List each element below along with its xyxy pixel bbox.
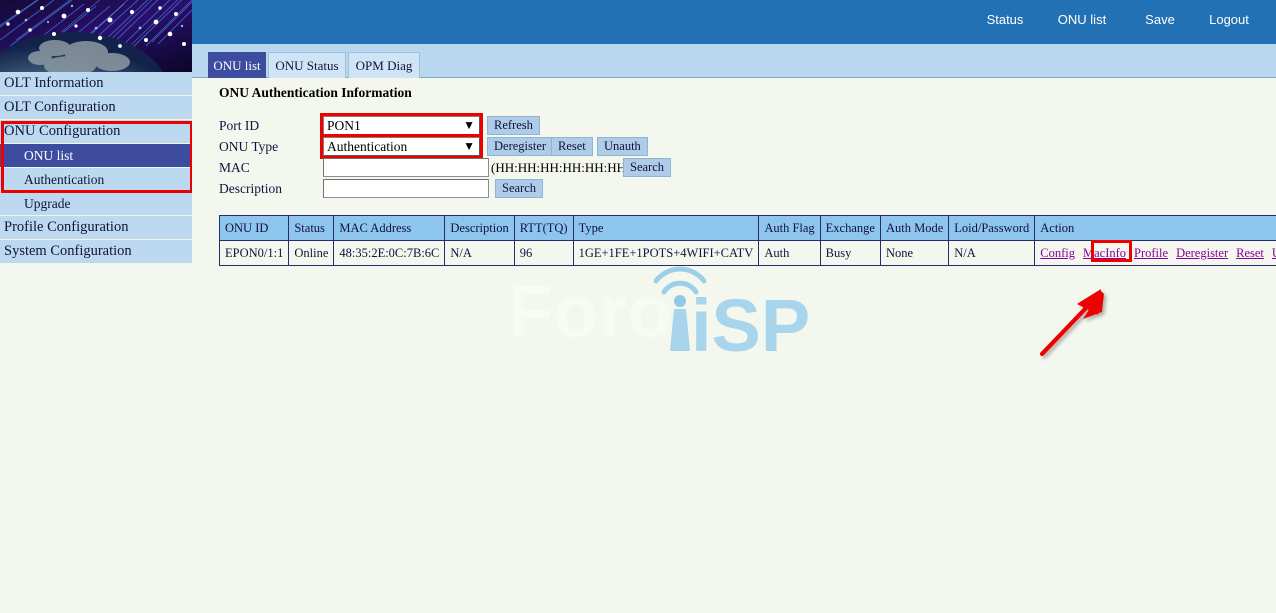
cell-onu-id: EPON0/1:1	[220, 241, 289, 266]
header-link-onu-list[interactable]: ONU list	[1040, 12, 1124, 27]
sidebar-item-onu-configuration[interactable]: ONU Configuration	[0, 120, 193, 143]
cell-auth-flag: Auth	[759, 241, 820, 266]
deregister-button[interactable]: Deregister	[487, 137, 553, 156]
sidebar-item-olt-configuration[interactable]: OLT Configuration	[0, 96, 193, 119]
sidebar-item-label: System Configuration	[4, 243, 132, 259]
table-header-row: ONU ID Status MAC Address Description RT…	[220, 216, 1276, 241]
sidebar-item-system-configuration[interactable]: System Configuration	[0, 240, 193, 263]
mac-search-button[interactable]: Search	[623, 158, 671, 177]
main-content: ONU Authentication Information Foro iSP …	[192, 78, 1276, 613]
port-id-label: Port ID	[219, 118, 259, 134]
chevron-down-icon: ▼	[463, 138, 475, 155]
watermark-text-right: iSP	[691, 284, 810, 358]
action-link-config[interactable]: Config	[1040, 246, 1075, 260]
table-row: EPON0/1:1 Online 48:35:2E:0C:7B:6C N/A 9…	[220, 241, 1276, 266]
onu-type-value: Authentication	[327, 139, 407, 154]
mac-label: MAC	[219, 160, 250, 176]
sidebar-item-olt-information[interactable]: OLT Information	[0, 72, 193, 95]
sidebar-item-label: ONU list	[24, 148, 73, 163]
unauth-button[interactable]: Unauth	[597, 137, 648, 156]
action-link-profile[interactable]: Profile	[1134, 246, 1168, 260]
header-nav: Status ONU list Save Logout	[970, 12, 1262, 27]
reset-button[interactable]: Reset	[551, 137, 593, 156]
port-id-value: PON1	[327, 118, 361, 133]
mac-input[interactable]	[323, 158, 489, 177]
sidebar-item-label: Profile Configuration	[4, 219, 128, 235]
cell-type: 1GE+1FE+1POTS+4WIFI+CATV	[573, 241, 759, 266]
page-title: ONU Authentication Information	[219, 85, 412, 101]
red-arrow-annotation	[1032, 268, 1162, 363]
col-auth-flag: Auth Flag	[759, 216, 820, 241]
description-search-button[interactable]: Search	[495, 179, 543, 198]
cell-actions: Config MacInfo Profile Deregister Reset Unaut…	[1035, 241, 1276, 266]
action-link-macinfo[interactable]: MacInfo	[1083, 246, 1126, 260]
cell-rtt: 96	[514, 241, 573, 266]
col-loid-password: Loid/Password	[949, 216, 1035, 241]
sidebar-item-profile-configuration[interactable]: Profile Configuration	[0, 216, 193, 239]
onu-type-select[interactable]: Authentication ▼	[323, 137, 480, 156]
col-mac-address: MAC Address	[334, 216, 445, 241]
port-id-select[interactable]: PON1 ▼	[323, 116, 480, 135]
sidebar-item-label: OLT Configuration	[4, 99, 116, 115]
tab-label: ONU Status	[275, 58, 338, 73]
col-auth-mode: Auth Mode	[880, 216, 948, 241]
cell-auth-mode: None	[880, 241, 948, 266]
col-exchange: Exchange	[820, 216, 880, 241]
tab-label: ONU list	[213, 58, 260, 73]
mac-format-hint: (HH:HH:HH:HH:HH:HH)	[491, 160, 630, 176]
sidebar-item-onu-list[interactable]: ONU list	[0, 144, 193, 167]
header-link-status[interactable]: Status	[970, 12, 1040, 27]
watermark-text-left: Foro	[508, 270, 672, 353]
foroisp-watermark: Foro iSP	[508, 263, 838, 358]
top-header-bar: Status ONU list Save Logout	[192, 0, 1276, 44]
sidebar-item-authentication[interactable]: Authentication	[0, 168, 193, 191]
col-onu-id: ONU ID	[220, 216, 289, 241]
action-link-unauth[interactable]: Unauth	[1272, 246, 1276, 260]
action-link-deregister[interactable]: Deregister	[1176, 246, 1228, 260]
cell-status: Online	[289, 241, 334, 266]
action-link-reset[interactable]: Reset	[1236, 246, 1264, 260]
cell-loid-password: N/A	[949, 241, 1035, 266]
col-type: Type	[573, 216, 759, 241]
onu-table: ONU ID Status MAC Address Description RT…	[219, 215, 1276, 266]
onu-type-label: ONU Type	[219, 139, 278, 155]
sidebar-item-label: OLT Information	[4, 75, 103, 91]
refresh-button[interactable]: Refresh	[487, 116, 540, 135]
sidebar-item-upgrade[interactable]: Upgrade	[0, 192, 193, 215]
header-banner-image	[0, 0, 192, 72]
cell-exchange: Busy	[820, 241, 880, 266]
header-link-logout[interactable]: Logout	[1196, 12, 1262, 27]
col-status: Status	[289, 216, 334, 241]
tab-opm-diag[interactable]: OPM Diag	[348, 52, 420, 78]
sidebar-item-label: Upgrade	[24, 196, 70, 211]
tab-onu-status[interactable]: ONU Status	[268, 52, 346, 78]
chevron-down-icon: ▼	[463, 117, 475, 134]
col-action: Action	[1035, 216, 1276, 241]
sidebar: OLT Information OLT Configuration ONU Co…	[0, 72, 193, 264]
header-link-save[interactable]: Save	[1124, 12, 1196, 27]
col-description: Description	[445, 216, 514, 241]
sidebar-item-label: Authentication	[24, 172, 104, 187]
tab-strip: ONU list ONU Status OPM Diag	[192, 44, 1276, 78]
tab-onu-list[interactable]: ONU list	[208, 52, 266, 78]
sidebar-item-label: ONU Configuration	[4, 123, 120, 139]
description-label: Description	[219, 181, 282, 197]
tab-label: OPM Diag	[356, 58, 413, 73]
description-input[interactable]	[323, 179, 489, 198]
col-rtt: RTT(TQ)	[514, 216, 573, 241]
cell-mac-address: 48:35:2E:0C:7B:6C	[334, 241, 445, 266]
cell-description: N/A	[445, 241, 514, 266]
